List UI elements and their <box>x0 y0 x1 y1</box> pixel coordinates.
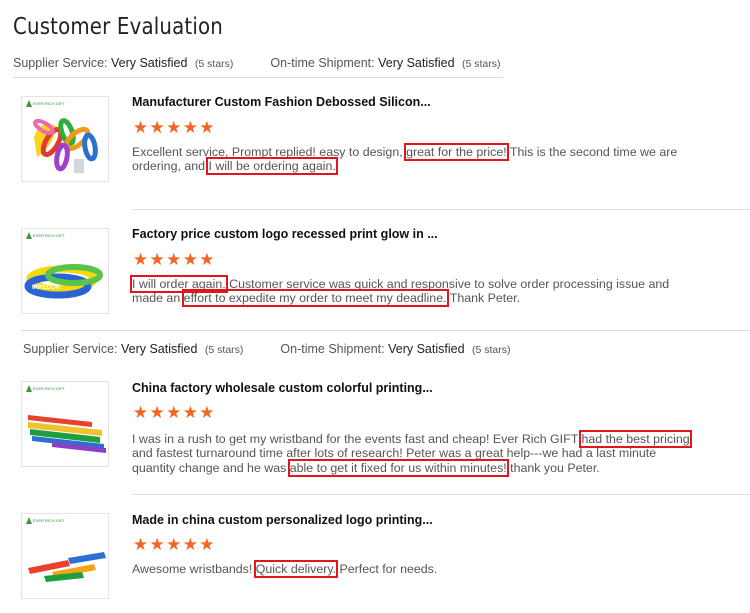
product-thumbnail[interactable]: EVER RICH GIFT <box>21 513 109 599</box>
review-highlight: Quick delivery. <box>253 560 339 578</box>
review-rating: ★ ★ ★ ★ ★ <box>132 403 215 423</box>
product-thumbnail[interactable]: EVER RICH GIFT IRREDON <box>21 228 109 314</box>
star-icon: ★ <box>182 535 198 554</box>
divider <box>132 209 750 210</box>
supplier-service-label: Supplier Service: <box>13 56 108 70</box>
star-icon: ★ <box>149 535 165 554</box>
divider <box>21 330 750 331</box>
review-text: I will order again. Customer service was… <box>130 275 692 308</box>
supplier-service-value: Very Satisfied <box>120 342 198 356</box>
review-product-title[interactable]: China factory wholesale custom colorful … <box>132 381 433 395</box>
divider <box>13 77 503 78</box>
product-thumbnail[interactable]: EVER RICH GIFT <box>21 96 109 182</box>
product-thumbnail[interactable]: EVER RICH GIFT <box>21 381 109 467</box>
star-icon: ★ <box>182 403 198 422</box>
supplier-service-stars: (5 stars) <box>204 344 244 356</box>
rating-summary-top: Supplier Service: Very Satisfied (5 star… <box>13 56 501 70</box>
star-icon: ★ <box>166 250 181 269</box>
supplier-service-label: Supplier Service: <box>23 342 118 356</box>
wristbands-image: IRREDON <box>24 264 103 299</box>
star-icon: ★ <box>182 118 198 137</box>
page-title: Customer Evaluation <box>13 14 224 40</box>
star-icon: ★ <box>166 535 181 554</box>
review-highlight: effort to expedite my order to meet my d… <box>181 289 449 308</box>
star-icon: ★ <box>182 250 198 269</box>
svg-text:IRREDON: IRREDON <box>32 285 60 291</box>
star-icon: ★ <box>199 403 215 422</box>
review-product-title[interactable]: Made in china custom personalized logo p… <box>132 513 433 527</box>
review-product-title[interactable]: Manufacturer Custom Fashion Debossed Sil… <box>132 95 431 109</box>
star-icon: ★ <box>132 250 148 269</box>
review-highlight: had the best pricing <box>579 430 692 448</box>
rating-summary-mid: Supplier Service: Very Satisfied (5 star… <box>23 342 511 356</box>
star-icon: ★ <box>199 118 215 137</box>
star-icon: ★ <box>132 403 148 422</box>
on-time-shipment-value: Very Satisfied <box>388 342 465 356</box>
supplier-service-stars: (5 stars) <box>194 58 234 70</box>
star-icon: ★ <box>199 250 215 269</box>
wristbands-image <box>28 552 106 582</box>
review-product-title[interactable]: Factory price custom logo recessed print… <box>132 227 438 241</box>
review-text-part: thank you Peter. <box>506 460 600 475</box>
star-icon: ★ <box>149 403 165 422</box>
review-text-part: I was in a rush to get my wristband for … <box>132 432 582 446</box>
star-icon: ★ <box>166 403 181 422</box>
divider <box>132 494 750 495</box>
review-highlight: great for the price! <box>404 143 509 161</box>
star-icon: ★ <box>166 118 181 137</box>
review-text: Awesome wristbands! Quick delivery. Perf… <box>132 560 707 578</box>
review-rating: ★ ★ ★ ★ ★ <box>132 250 215 270</box>
on-time-shipment-label: On-time Shipment: <box>270 56 375 70</box>
review-text: I was in a rush to get my wristband for … <box>132 430 697 477</box>
review-text-part: Perfect for needs. <box>336 562 438 576</box>
review-highlight: able to get it fixed for us within minut… <box>287 458 509 477</box>
star-icon: ★ <box>132 535 148 554</box>
star-icon: ★ <box>199 535 215 554</box>
star-icon: ★ <box>149 118 165 137</box>
review-highlight: I will order again. <box>130 275 228 293</box>
review-text: Excellent service, Prompt replied! easy … <box>132 143 697 176</box>
review-highlight: I will be ordering again. <box>206 157 338 176</box>
on-time-shipment-label: On-time Shipment: <box>280 342 385 356</box>
supplier-service-value: Very Satisfied <box>110 56 188 70</box>
review-rating: ★ ★ ★ ★ ★ <box>132 118 215 138</box>
on-time-shipment-stars: (5 stars) <box>462 58 501 70</box>
star-icon: ★ <box>132 118 148 137</box>
review-rating: ★ ★ ★ ★ ★ <box>132 535 215 555</box>
wristbands-image <box>33 118 98 173</box>
wristbands-image <box>28 415 106 453</box>
star-icon: ★ <box>149 250 165 269</box>
on-time-shipment-stars: (5 stars) <box>472 344 511 356</box>
review-text-part: Awesome wristbands! <box>132 562 256 576</box>
review-text-part: Excellent service, Prompt replied! easy … <box>132 145 407 159</box>
on-time-shipment-value: Very Satisfied <box>378 56 455 70</box>
review-text-part: Thank Peter. <box>446 291 521 306</box>
